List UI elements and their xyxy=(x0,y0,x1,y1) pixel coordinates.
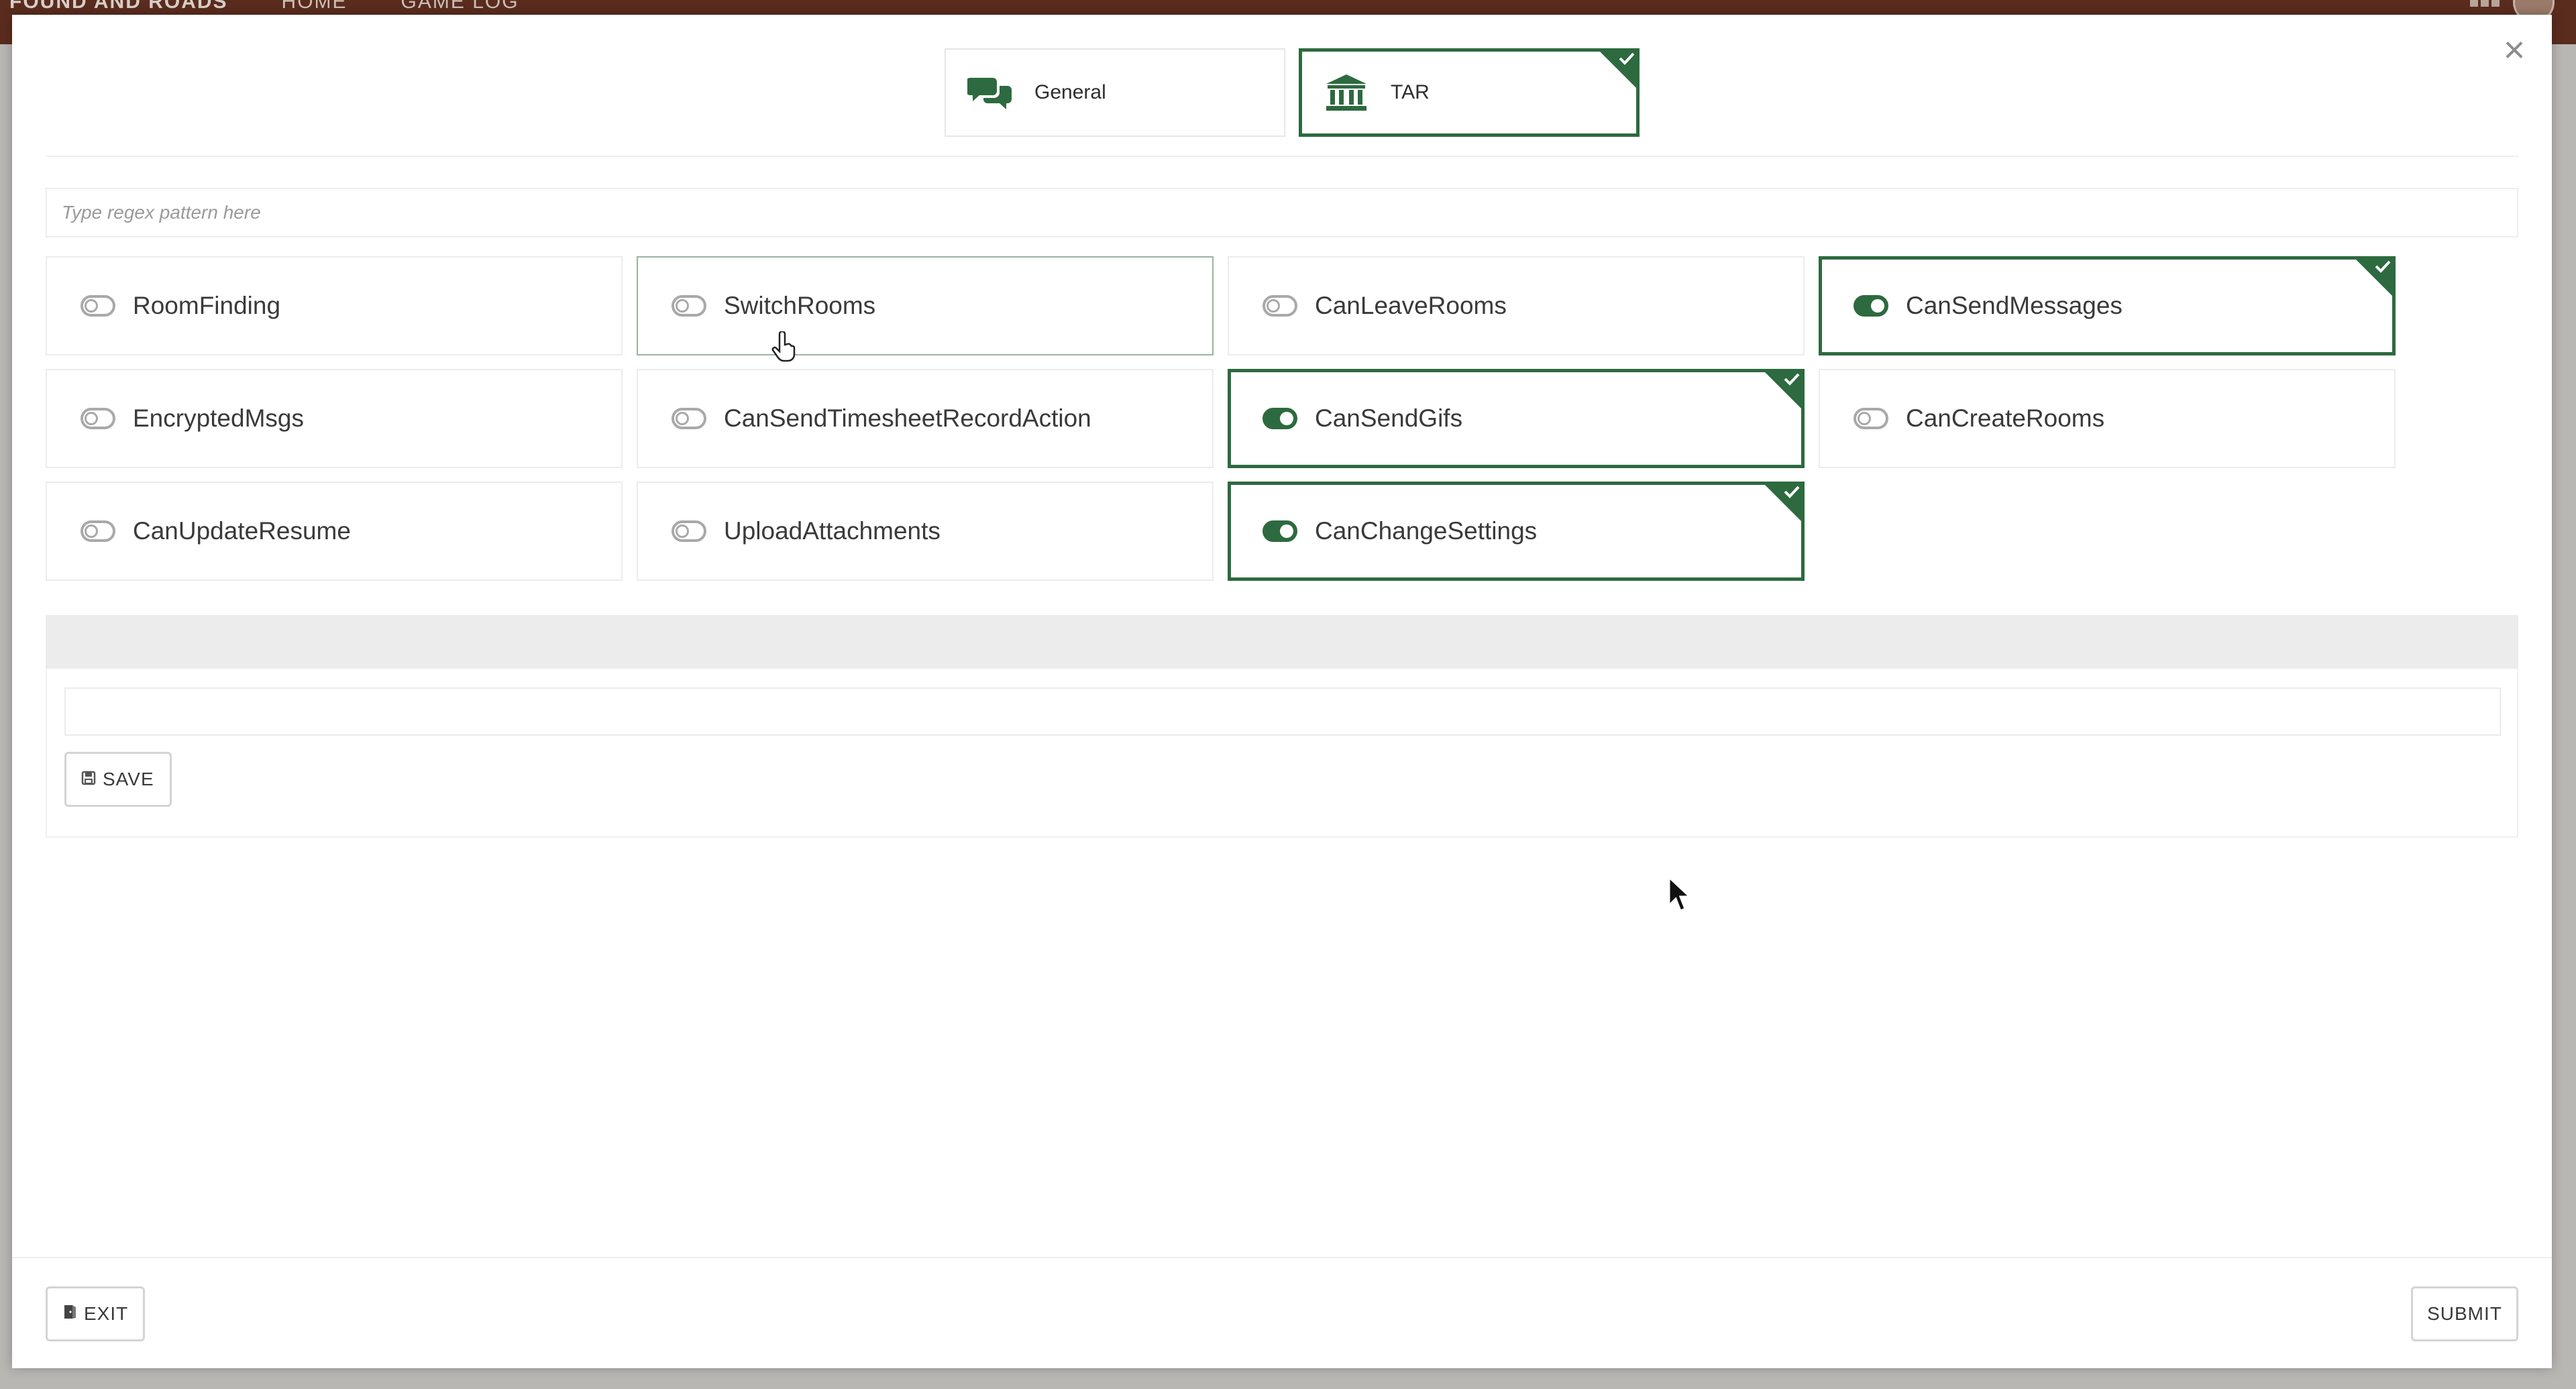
permissions-modal: × General TAR Type regex pattern here Ro… xyxy=(12,15,2552,1368)
exit-label: EXIT xyxy=(84,1303,129,1324)
permission-label: CanSendTimesheetRecordAction xyxy=(724,404,1091,432)
permission-label: CanCreateRooms xyxy=(1906,404,2105,432)
save-label: SAVE xyxy=(103,769,154,789)
submit-button[interactable]: SUBMIT xyxy=(2411,1286,2518,1341)
permission-cansendtimesheetrecordaction[interactable]: CanSendTimesheetRecordAction xyxy=(637,369,1214,468)
selected-check-icon xyxy=(1597,48,1640,91)
panel-text-input[interactable] xyxy=(64,687,2501,736)
permission-label: RoomFinding xyxy=(133,292,281,319)
panel-header xyxy=(46,615,2518,669)
permission-label: CanChangeSettings xyxy=(1315,517,1538,545)
toggle-off-icon[interactable] xyxy=(672,295,706,317)
toggle-on-icon[interactable] xyxy=(1854,295,1888,317)
toggle-off-icon[interactable] xyxy=(672,520,706,542)
footer-divider xyxy=(12,1257,2552,1258)
exit-button[interactable]: EXIT xyxy=(46,1286,145,1341)
permission-label: CanUpdateResume xyxy=(133,517,351,545)
permission-label: UploadAttachments xyxy=(724,517,941,545)
permission-canupdateresume[interactable]: CanUpdateResume xyxy=(46,482,623,581)
permission-label: CanSendGifs xyxy=(1315,404,1463,432)
permission-label: CanLeaveRooms xyxy=(1315,292,1507,319)
nav-home[interactable]: HOME xyxy=(282,0,347,13)
bank-building-icon xyxy=(1322,72,1371,113)
nav-game-log[interactable]: GAME LOG xyxy=(401,0,519,13)
permission-cancreaterooms[interactable]: CanCreateRooms xyxy=(1819,369,2396,468)
permission-label: SwitchRooms xyxy=(724,292,876,319)
permissions-grid: RoomFinding SwitchRooms CanLeaveRooms Ca… xyxy=(46,256,2396,581)
permission-label: EncryptedMsgs xyxy=(133,404,304,432)
toggle-off-icon[interactable] xyxy=(80,520,115,542)
tab-label: General xyxy=(1034,81,1106,103)
floppy-disk-icon xyxy=(81,769,96,790)
permission-uploadattachments[interactable]: UploadAttachments xyxy=(637,482,1214,581)
permission-cansendgifs[interactable]: CanSendGifs xyxy=(1228,369,1805,468)
permission-canchangesettings[interactable]: CanChangeSettings xyxy=(1228,482,1805,581)
save-button[interactable]: SAVE xyxy=(64,752,172,807)
exit-door-icon xyxy=(62,1303,77,1325)
tab-general[interactable]: General xyxy=(945,48,1285,137)
arrow-cursor-icon xyxy=(1666,875,1693,918)
toggle-off-icon[interactable] xyxy=(80,408,115,429)
toggle-on-icon[interactable] xyxy=(1263,520,1297,542)
panel-body: SAVE xyxy=(46,669,2518,838)
permission-canleaverooms[interactable]: CanLeaveRooms xyxy=(1228,256,1805,355)
toggle-on-icon[interactable] xyxy=(1263,408,1297,429)
permission-roomfinding[interactable]: RoomFinding xyxy=(46,256,623,355)
hand-pointer-cursor-icon xyxy=(771,330,798,367)
permission-switchrooms[interactable]: SwitchRooms xyxy=(637,256,1214,355)
permission-label: CanSendMessages xyxy=(1906,292,2123,319)
selected-check-icon xyxy=(1762,482,1805,524)
tab-label: TAR xyxy=(1391,81,1430,103)
submit-label: SUBMIT xyxy=(2427,1303,2502,1324)
toggle-off-icon[interactable] xyxy=(672,408,706,429)
toggle-off-icon[interactable] xyxy=(1263,295,1297,317)
divider xyxy=(46,156,2518,157)
toggle-off-icon[interactable] xyxy=(80,295,115,317)
selected-check-icon xyxy=(1762,369,1805,412)
tab-tar[interactable]: TAR xyxy=(1299,48,1640,137)
chat-bubbles-icon xyxy=(966,72,1014,113)
permission-encryptedmsgs[interactable]: EncryptedMsgs xyxy=(46,369,623,468)
selected-check-icon xyxy=(2353,256,2396,299)
tab-bar: General TAR xyxy=(12,48,2552,140)
toggle-off-icon[interactable] xyxy=(1854,408,1888,429)
regex-search-input[interactable] xyxy=(46,188,2518,237)
app-brand: FOUND AND ROADS xyxy=(9,0,228,13)
permission-cansendmessages[interactable]: CanSendMessages xyxy=(1819,256,2396,355)
